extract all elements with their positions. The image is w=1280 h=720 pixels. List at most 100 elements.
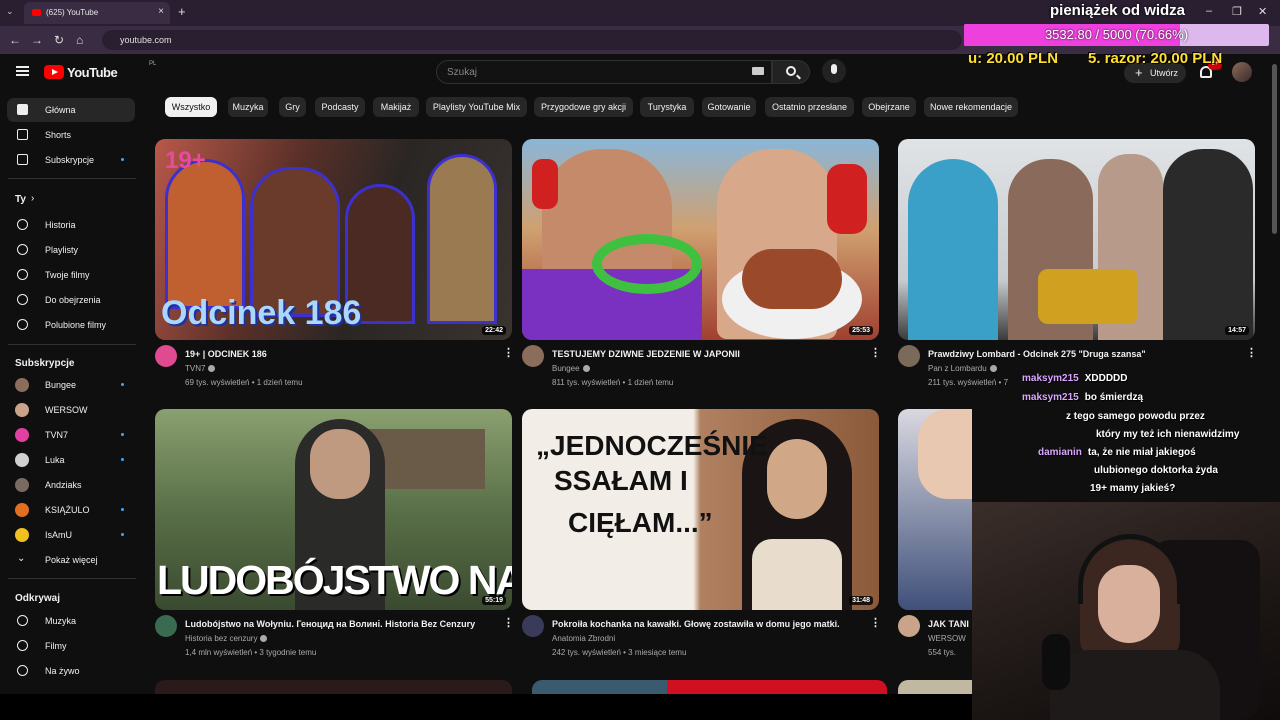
sidebar-item-history[interactable]: Historia xyxy=(7,213,135,237)
chat-message: 19+ mamy jakieś? xyxy=(1090,483,1175,494)
sidebar-item-label: Główna xyxy=(45,105,76,115)
channel-avatar[interactable] xyxy=(155,345,177,367)
chat-text: z tego samego powodu przez xyxy=(1066,411,1205,422)
view-count: 554 tys. xyxy=(928,648,957,657)
video-thumbnail[interactable]: 19+ Odcinek 186 22:42 xyxy=(155,139,512,340)
more-actions-icon[interactable]: ⋮ xyxy=(870,616,881,629)
url-field[interactable]: youtube.com xyxy=(102,30,962,50)
video-thumbnail[interactable]: „JEDNOCZEŚNIE SSAŁAM I CIĘŁAM...” 31:48 xyxy=(522,409,879,610)
filter-chip[interactable]: Ostatnio przesłane xyxy=(765,97,854,117)
sidebar-subscription[interactable]: Bungee xyxy=(7,373,135,397)
forward-icon[interactable]: → xyxy=(31,33,43,47)
channel-name[interactable]: Pan z Lombardu xyxy=(928,364,997,373)
sidebar-item-label: Pokaż więcej xyxy=(45,555,98,565)
channel-name[interactable]: Bungee xyxy=(552,364,590,373)
filter-chip[interactable]: Playlisty YouTube Mix xyxy=(426,97,527,117)
more-actions-icon[interactable]: ⋮ xyxy=(503,346,514,359)
watch-later-icon xyxy=(17,294,28,305)
minimize-icon[interactable]: – xyxy=(1206,5,1212,17)
new-content-dot xyxy=(121,383,124,386)
more-actions-icon[interactable]: ⋮ xyxy=(870,346,881,359)
video-thumbnail[interactable]: 25:53 xyxy=(522,139,879,340)
page-scrollbar[interactable] xyxy=(1272,64,1277,234)
close-tab-icon[interactable]: × xyxy=(158,6,164,17)
reload-icon[interactable]: ↻ xyxy=(54,33,64,47)
filter-chip[interactable]: Gotowanie xyxy=(702,97,756,117)
verified-icon xyxy=(208,365,216,372)
sidebar-item-liked[interactable]: Polubione filmy xyxy=(7,313,135,337)
sidebar-item-watch-later[interactable]: Do obejrzenia xyxy=(7,288,135,312)
filter-chip[interactable]: Makijaż xyxy=(373,97,419,117)
sidebar-subscription[interactable]: WERSOW xyxy=(7,398,135,422)
duration-badge: 22:42 xyxy=(482,326,506,335)
video-thumbnail[interactable] xyxy=(898,680,972,694)
sidebar-item-your-videos[interactable]: Twoje filmy xyxy=(7,263,135,287)
channel-avatar[interactable] xyxy=(522,615,544,637)
chevron-right-icon[interactable]: › xyxy=(31,193,34,204)
sidebar-item-label: Shorts xyxy=(45,130,72,140)
video-title[interactable]: Pokroiła kochanka na kawałki. Głowę zost… xyxy=(552,619,882,629)
channel-avatar[interactable] xyxy=(898,345,920,367)
view-count: 242 tys. wyświetleń xyxy=(552,648,621,657)
browser-tab[interactable]: (625) YouTube × xyxy=(24,2,170,24)
back-icon[interactable]: ← xyxy=(9,33,21,47)
verified-icon xyxy=(989,365,997,372)
keyboard-icon[interactable] xyxy=(752,67,764,75)
channel-name[interactable]: Historia bez cenzury xyxy=(185,634,268,643)
filter-chip[interactable]: Gry xyxy=(279,97,306,117)
sidebar-item-subscriptions[interactable]: Subskrypcje xyxy=(7,148,135,172)
video-thumbnail[interactable] xyxy=(898,409,972,610)
sidebar-section-you[interactable]: Ty xyxy=(15,194,26,205)
sidebar-item-live[interactable]: Na żywo xyxy=(7,659,135,683)
filter-chip[interactable]: Turystyka xyxy=(640,97,694,117)
filter-chip[interactable]: Nowe rekomendacje xyxy=(924,97,1018,117)
more-actions-icon[interactable]: ⋮ xyxy=(503,616,514,629)
donation-goal-title: pieniążek od widza xyxy=(1050,2,1186,19)
home-browser-icon[interactable]: ⌂ xyxy=(76,33,83,47)
hamburger-menu-icon[interactable] xyxy=(16,66,29,76)
video-title[interactable]: Prawdziwy Lombard - Odcinek 275 "Druga s… xyxy=(928,349,1248,359)
video-title[interactable]: TESTUJEMY DZIWNE JEDZENIE W JAPONII xyxy=(552,349,882,359)
close-window-icon[interactable]: ✕ xyxy=(1258,5,1267,18)
video-title[interactable]: 19+ | ODCINEK 186 xyxy=(185,349,515,359)
sidebar-subscription[interactable]: IsAmU xyxy=(7,523,135,547)
duration-badge: 31:48 xyxy=(849,596,873,605)
voice-search-icon[interactable] xyxy=(822,59,846,83)
filter-chip[interactable]: Przygodowe gry akcji xyxy=(534,97,633,117)
video-title[interactable]: JAK TANI xyxy=(928,619,972,629)
filter-chip[interactable]: Podcasty xyxy=(315,97,365,117)
sidebar-subscription[interactable]: TVN7 xyxy=(7,423,135,447)
video-thumbnail[interactable]: LUDOBÓJSTWO NA WOŁYNIU!! 55:19 xyxy=(155,409,512,610)
tab-list-icon[interactable]: ⌄ xyxy=(6,6,14,17)
more-actions-icon[interactable]: ⋮ xyxy=(1246,346,1257,359)
account-avatar[interactable] xyxy=(1232,62,1252,82)
new-tab-icon[interactable]: + xyxy=(178,4,186,19)
maximize-icon[interactable]: ❐ xyxy=(1232,5,1242,18)
channel-name[interactable]: TVN7 xyxy=(185,364,216,373)
filter-chip[interactable]: Muzyka xyxy=(228,97,268,117)
video-title[interactable]: Ludobójstwo na Wołyniu. Геноцид на Волин… xyxy=(185,619,515,629)
sidebar-item-label: Subskrypcje xyxy=(45,155,95,165)
sidebar-item-home[interactable]: Główna xyxy=(7,98,135,122)
filter-chip[interactable]: Obejrzane xyxy=(862,97,916,117)
filter-chip[interactable]: Wszystko xyxy=(165,97,217,117)
channel-avatar[interactable] xyxy=(522,345,544,367)
sidebar-subscription[interactable]: KSIĄŻULO xyxy=(7,498,135,522)
channel-name[interactable]: WERSOW xyxy=(928,634,966,643)
new-content-dot xyxy=(121,508,124,511)
search-button[interactable] xyxy=(772,60,810,84)
sidebar-item-movies[interactable]: Filmy xyxy=(7,634,135,658)
show-more-button[interactable]: ⌄ Pokaż więcej xyxy=(7,548,135,572)
sidebar-item-music[interactable]: Muzyka xyxy=(7,609,135,633)
video-thumbnail[interactable]: 14:57 xyxy=(898,139,1255,340)
sidebar-item-shorts[interactable]: Shorts xyxy=(7,123,135,147)
sidebar-item-playlists[interactable]: Playlisty xyxy=(7,238,135,262)
sidebar-subscription[interactable]: Luka xyxy=(7,448,135,472)
channel-avatar[interactable] xyxy=(155,615,177,637)
video-thumbnail[interactable] xyxy=(155,680,512,694)
channel-name[interactable]: Anatomia Zbrodni xyxy=(552,634,615,643)
sidebar-subscription[interactable]: Andziaks xyxy=(7,473,135,497)
search-input[interactable]: Szukaj xyxy=(436,60,772,84)
channel-avatar[interactable] xyxy=(898,615,920,637)
video-thumbnail[interactable] xyxy=(532,680,887,694)
